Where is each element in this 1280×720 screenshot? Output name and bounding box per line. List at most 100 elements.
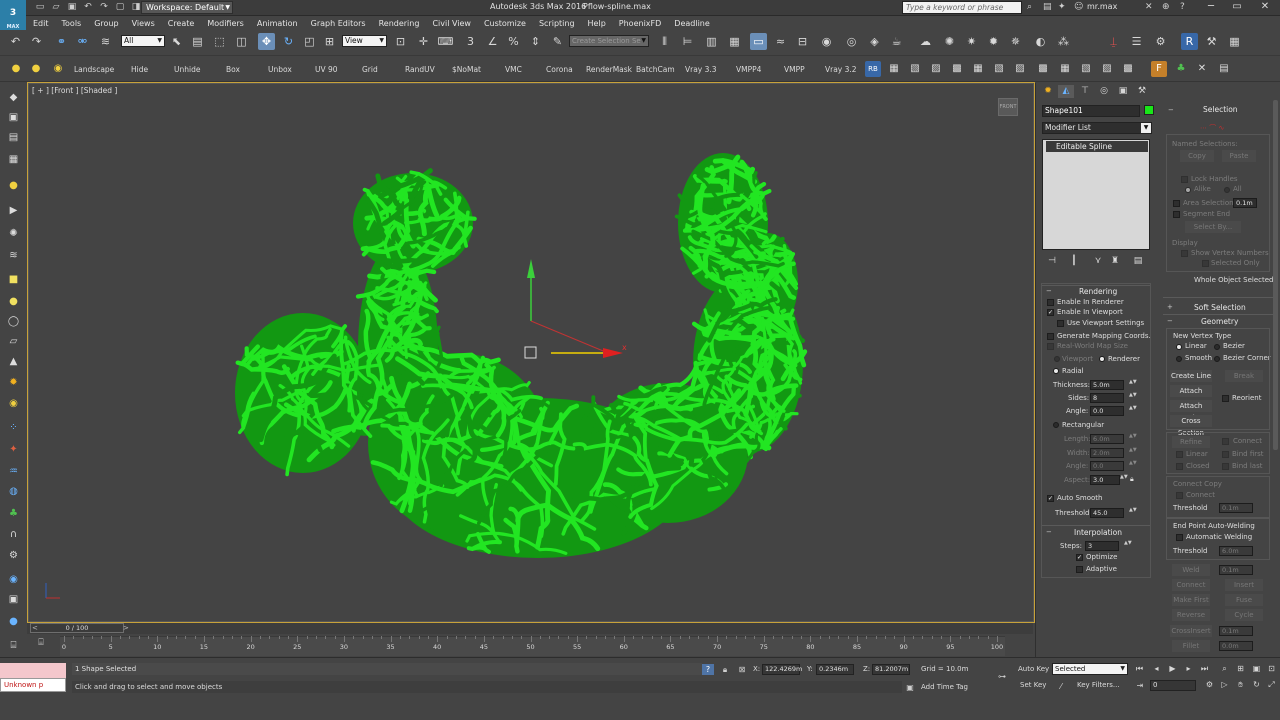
key-filters-button[interactable]: Key Filters... — [1077, 681, 1120, 689]
spinner-snap-icon[interactable]: ⇕ — [527, 33, 544, 50]
selection-lock-icon[interactable]: 🔒︎ — [719, 664, 731, 675]
maximize-button[interactable]: ▭ — [1222, 0, 1252, 15]
absolute-mode-icon[interactable]: ⊠ — [736, 664, 748, 675]
omni-light-icon[interactable]: ◉ — [5, 396, 22, 411]
scene-explorer-icon[interactable]: ▦ — [726, 33, 743, 50]
phoenix-source-icon[interactable]: ✷ — [963, 33, 980, 50]
manipulate-icon[interactable]: ✛ — [415, 33, 432, 50]
modifier-list-dropdown[interactable]: Modifier List ▼ — [1042, 122, 1152, 134]
angle-snap-icon[interactable]: ∠ — [484, 33, 501, 50]
render-setup-icon[interactable]: ◎ — [843, 33, 860, 50]
save-icon[interactable]: ▣ — [66, 2, 78, 13]
shelf-uv90[interactable]: UV 90 — [315, 65, 338, 74]
phoenix-particles-icon[interactable]: ⁂ — [1055, 33, 1072, 50]
insert-button[interactable]: Insert — [1225, 579, 1263, 591]
expand-icon[interactable]: + — [1167, 303, 1173, 311]
shelf-tool-icon[interactable]: ▨ — [1099, 61, 1115, 77]
remove-modifier-icon[interactable]: ♜ — [1108, 255, 1122, 267]
project-folder-icon[interactable]: ▢ — [114, 2, 126, 13]
mirror-icon[interactable]: ⫴ — [656, 33, 673, 50]
layout-icon[interactable]: ▣ — [5, 592, 22, 607]
make-unique-icon[interactable]: ⋎ — [1091, 255, 1105, 267]
weld-button[interactable]: Weld — [1172, 564, 1210, 576]
orbit-icon[interactable]: ↻ — [1250, 679, 1263, 691]
camera-icon[interactable]: ▶ — [5, 203, 22, 218]
shelf-unbox[interactable]: Unbox — [268, 65, 292, 74]
maxscript-listener-output[interactable]: Unknown p — [0, 678, 66, 692]
sphere-icon[interactable]: ● — [5, 294, 22, 309]
gear-icon[interactable]: ⚙ — [5, 548, 22, 563]
shelf-corona[interactable]: Corona — [546, 65, 573, 74]
nav-icon[interactable]: ● — [5, 614, 22, 629]
toggle-key-mode-icon[interactable]: ⇥ — [1134, 680, 1146, 691]
add-time-tag-button[interactable]: Add Time Tag — [921, 683, 968, 691]
light-bulb-icon[interactable]: ● — [8, 61, 24, 77]
communication-icon[interactable]: ✦ — [1058, 2, 1066, 12]
cone-icon[interactable]: ▲ — [5, 354, 22, 369]
collapse-icon[interactable]: − — [1168, 106, 1174, 114]
unlink-icon[interactable]: ⚮ — [74, 33, 91, 50]
tree-icon[interactable]: ♣ — [1173, 61, 1189, 77]
maximize-viewport-icon[interactable]: ⤢ — [1265, 679, 1278, 691]
shelf-tool-icon[interactable]: ▨ — [928, 61, 944, 77]
shelf-hide[interactable]: Hide — [131, 65, 148, 74]
rectangular-selection-icon[interactable]: ⬚ — [211, 33, 228, 50]
shelf-vray33[interactable]: Vray 3.3 — [685, 65, 717, 74]
utilities-tab-icon[interactable]: ⚒ — [1134, 85, 1150, 98]
workspace-dropdown[interactable]: Workspace: Default ▼ — [141, 1, 233, 14]
undo-icon[interactable]: ↶ — [82, 2, 94, 13]
menu-rendering[interactable]: Rendering — [372, 19, 426, 28]
modifier-stack[interactable] — [1042, 139, 1150, 250]
graphite-ribbon-icon[interactable]: ▭ — [750, 33, 767, 50]
cycle-button[interactable]: Cycle — [1225, 609, 1263, 621]
rebusfarm-icon[interactable]: R — [1181, 33, 1198, 50]
shelf-landscape[interactable]: Landscape — [74, 65, 114, 74]
shelf-tool-icon[interactable]: ▩ — [1035, 61, 1051, 77]
rb-icon[interactable]: RB — [865, 61, 881, 77]
auto-key-button[interactable]: Auto Key — [1018, 665, 1049, 673]
light-bulb-icon[interactable]: ◉ — [50, 61, 66, 77]
help-icon[interactable]: ? — [1180, 2, 1185, 12]
menu-views[interactable]: Views — [125, 19, 161, 28]
torus-icon[interactable]: ◯ — [5, 314, 22, 329]
object-name-field[interactable]: Shape101 — [1042, 105, 1140, 117]
crossinsert-button[interactable]: CrossInsert — [1170, 625, 1212, 637]
menu-create[interactable]: Create — [161, 19, 201, 28]
phoenix-liquid-icon[interactable]: ◐ — [1032, 33, 1049, 50]
help-menu-icon[interactable]: ⊕ — [1162, 2, 1170, 12]
pipe-icon[interactable]: ∩ — [5, 527, 22, 542]
shelf-box[interactable]: Box — [226, 65, 240, 74]
motion-tab-icon[interactable]: ◎ — [1096, 85, 1112, 98]
shelf-tool-icon[interactable]: ▩ — [1120, 61, 1136, 77]
phoenix-tool-icon[interactable]: ✺ — [941, 33, 958, 50]
shelf-grid[interactable]: Grid — [362, 65, 378, 74]
shelf-tool-icon[interactable]: ▦ — [970, 61, 986, 77]
time-slider-track[interactable] — [27, 623, 1033, 634]
stack-item-editable-spline[interactable]: Editable Spline — [1046, 141, 1148, 152]
zoom-extents-icon[interactable]: ▣ — [1250, 663, 1263, 675]
globe-icon[interactable]: ◍ — [5, 484, 22, 499]
app-menu-button[interactable]: 3 MAX — [0, 0, 26, 30]
align-icon[interactable]: ⊨ — [679, 33, 696, 50]
time-tag-icon[interactable]: ▣ — [904, 682, 916, 693]
rendered-frame-window-icon[interactable]: ◈ — [866, 33, 883, 50]
shelf-tool-icon[interactable]: ✕ — [1194, 61, 1210, 77]
go-to-end-icon[interactable]: ⏭ — [1198, 663, 1211, 675]
script-icon[interactable]: ⌸ — [5, 638, 22, 653]
menu-deadline[interactable]: Deadline — [667, 19, 716, 28]
weld-spinner[interactable]: 0.1m — [1219, 565, 1253, 575]
snaps-toggle-icon[interactable]: 3 — [462, 33, 479, 50]
time-slider-prev-icon[interactable]: < — [32, 624, 38, 632]
render-production-icon[interactable]: ☕ — [888, 33, 905, 50]
select-and-rotate-icon[interactable]: ↻ — [280, 33, 297, 50]
render-in-cloud-icon[interactable]: ☁ — [917, 33, 934, 50]
user-icon[interactable]: ☺ — [1074, 2, 1083, 12]
time-slider-thumb[interactable]: 0 / 100 — [30, 623, 124, 633]
curve-editor-icon[interactable]: ≈ — [772, 33, 789, 50]
shelf-randuv[interactable]: RandUV — [405, 65, 435, 74]
plane-icon[interactable]: ▱ — [5, 334, 22, 349]
shelf-tool-icon[interactable]: ▩ — [949, 61, 965, 77]
hierarchy-tab-icon[interactable]: ⊤ — [1077, 85, 1093, 98]
particle-icon[interactable]: ⁘ — [5, 420, 22, 435]
show-end-result-icon[interactable]: ┃ — [1067, 255, 1081, 267]
